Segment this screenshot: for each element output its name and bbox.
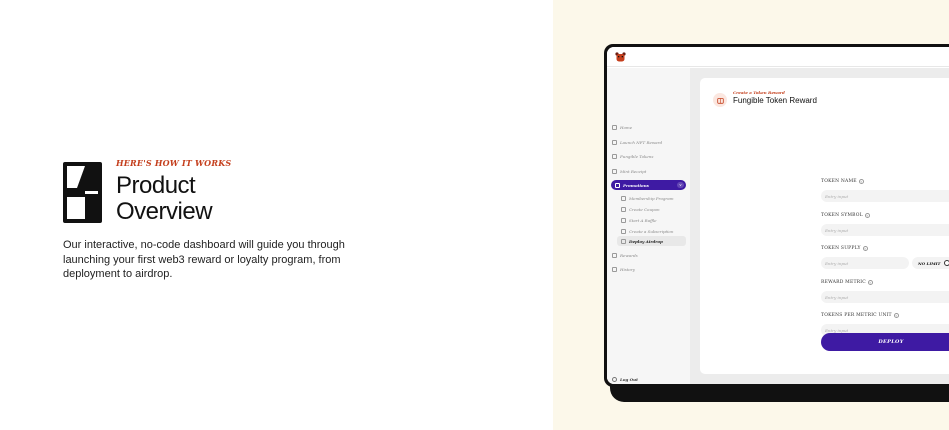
logout-icon (612, 377, 617, 382)
airdrop-icon (621, 238, 626, 244)
token-symbol-input[interactable]: Entry input (821, 224, 949, 236)
sidebar-item-mint-receipt[interactable]: Mint Receipt (612, 166, 646, 176)
help-icon[interactable]: ? (893, 313, 899, 318)
sidebar-item-label: Promotions (623, 182, 649, 188)
sidebar-item-fungible-tokens[interactable]: Fungible Tokens (612, 151, 653, 161)
sidebar-item-label: Start A Raffle (629, 217, 657, 223)
no-limit-label: NO LIMIT (918, 260, 941, 266)
token-supply-label: TOKEN SUPPLY ? (821, 246, 868, 251)
receipt-icon (612, 168, 617, 174)
tag-icon (615, 182, 620, 188)
toggle-knob-icon (943, 260, 949, 266)
tokens-per-unit-label: TOKENS PER METRIC UNIT ? (821, 313, 899, 318)
clock-icon (612, 266, 617, 272)
app-screen: Home Launch NFT Reward Fungible Tokens M… (607, 47, 949, 384)
trophy-icon (612, 252, 617, 258)
field-label-text: TOKEN NAME (821, 179, 857, 184)
token-icon (612, 153, 617, 159)
field-label-text: TOKEN SUPPLY (821, 246, 861, 251)
sidebar-item-launch-nft[interactable]: Launch NFT Reward (612, 137, 662, 147)
card-title: Fungible Token Reward (733, 96, 817, 105)
reward-metric-select[interactable]: Entry input ⌄ (821, 291, 949, 303)
help-icon[interactable]: ? (858, 179, 864, 184)
no-limit-toggle[interactable]: NO LIMIT (912, 257, 949, 269)
sidebar-subitem-subscription[interactable]: Create a Subscription (621, 226, 673, 236)
select-placeholder: Entry input (825, 294, 849, 300)
logout-button[interactable]: Log Out (612, 377, 638, 382)
box-icon (612, 139, 617, 145)
sidebar-item-label: Create a Subscription (629, 228, 674, 234)
ticket-icon (621, 217, 626, 223)
card-eyebrow: Create a Token Reward (733, 90, 785, 95)
sidebar-item-label: Create Coupon (629, 206, 660, 212)
token-name-label: TOKEN NAME ? (821, 179, 864, 184)
chevron-down-icon[interactable]: v (677, 182, 684, 188)
field-label-text: REWARD METRIC (821, 280, 866, 285)
sidebar-item-label: Rewards (620, 252, 638, 258)
repeat-icon (621, 228, 626, 234)
app-topbar (607, 47, 949, 67)
laptop-mockup: Home Launch NFT Reward Fungible Tokens M… (604, 44, 949, 387)
sidebar-item-history[interactable]: History (612, 264, 635, 274)
reward-metric-label: REWARD METRIC ? (821, 280, 873, 285)
sidebar-item-label: Deploy Airdrop (629, 238, 663, 244)
stepper-placeholder: Entry input (825, 327, 849, 333)
sidebar-subitem-airdrop[interactable]: Deploy Airdrop (617, 236, 686, 246)
bear-logo-icon[interactable] (615, 52, 626, 62)
token-name-input[interactable]: Entry input (821, 190, 949, 202)
sidebar-item-promotions[interactable]: Promotions v (611, 180, 686, 190)
sidebar-item-label: Home (620, 124, 633, 130)
coupon-icon (621, 206, 626, 212)
deploy-button[interactable]: DEPLOY (821, 333, 949, 351)
home-icon (612, 124, 617, 130)
sidebar-item-home[interactable]: Home (612, 122, 632, 132)
page-title: Product Overview (116, 172, 213, 225)
token-reward-card: Create a Token Reward Fungible Token Rew… (700, 78, 949, 374)
sidebar-item-label: Fungible Tokens (620, 153, 654, 159)
card-icon (621, 195, 626, 201)
token-supply-input[interactable]: Entry input (821, 257, 909, 269)
sidebar-item-label: History (620, 266, 636, 272)
sidebar-item-rewards[interactable]: Rewards (612, 250, 638, 260)
sidebar: Home Launch NFT Reward Fungible Tokens M… (607, 68, 690, 384)
token-symbol-label: TOKEN SYMBOL ? (821, 213, 870, 218)
help-icon[interactable]: ? (862, 246, 868, 251)
sidebar-item-label: Mint Receipt (620, 168, 647, 174)
sidebar-item-label: Membership Program (629, 195, 674, 201)
box-glyph-icon (716, 97, 724, 104)
sidebar-subitem-membership[interactable]: Membership Program (621, 193, 674, 203)
help-icon[interactable]: ? (864, 213, 870, 218)
sidebar-subitem-raffle[interactable]: Start A Raffle (621, 215, 656, 225)
sidebar-subitem-coupon[interactable]: Create Coupon (621, 204, 660, 214)
sidebar-item-label: Launch NFT Reward (620, 139, 663, 145)
logout-label: Log Out (620, 377, 638, 382)
hero-description: Our interactive, no-code dashboard will … (63, 239, 345, 280)
number-one-icon (63, 162, 102, 223)
field-label-text: TOKEN SYMBOL (821, 213, 863, 218)
field-label-text: TOKENS PER METRIC UNIT (821, 313, 892, 318)
token-box-icon (713, 93, 727, 107)
hero-eyebrow: HERE'S HOW IT WORKS (116, 158, 232, 168)
help-icon[interactable]: ? (867, 280, 873, 285)
